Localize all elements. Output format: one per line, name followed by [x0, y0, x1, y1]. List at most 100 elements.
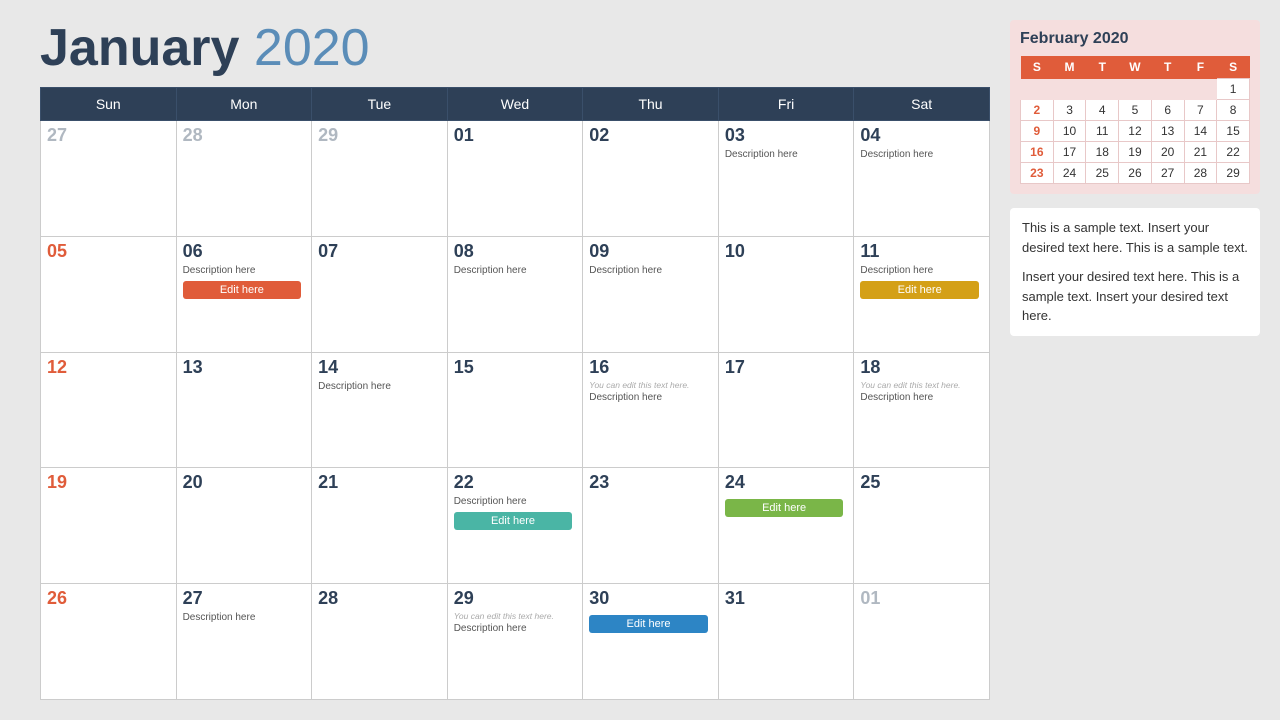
- calendar-cell: 11 Description here Edit here: [854, 236, 990, 352]
- weekday-header-wed: Wed: [447, 88, 583, 121]
- main-calendar: SunMonTueWedThuFriSat 272829010203Descri…: [40, 87, 990, 700]
- mini-cal-cell: 17: [1053, 142, 1086, 163]
- mini-cal-cell: 11: [1086, 121, 1119, 142]
- mini-cal-cell: 8: [1217, 100, 1250, 121]
- mini-cal-cell: 14: [1184, 121, 1217, 142]
- calendar-cell: 29: [312, 121, 448, 237]
- day-number: 11: [860, 241, 983, 262]
- mini-cal-cell: 22: [1217, 142, 1250, 163]
- day-number: 27: [47, 125, 170, 146]
- day-number: 25: [860, 472, 983, 493]
- day-description: Description here: [860, 264, 983, 277]
- calendar-cell: 05: [41, 236, 177, 352]
- day-number: 28: [318, 588, 441, 609]
- calendar-cell: 20: [176, 468, 312, 584]
- edit-button[interactable]: Edit here: [454, 512, 573, 530]
- month-label: January: [40, 19, 239, 77]
- weekday-header-mon: Mon: [176, 88, 312, 121]
- mini-weekday: T: [1151, 56, 1184, 79]
- mini-cal-cell: 6: [1151, 100, 1184, 121]
- day-number: 10: [725, 241, 848, 262]
- mini-weekday: T: [1086, 56, 1119, 79]
- mini-cal-cell: 9: [1021, 121, 1054, 142]
- mini-cal-cell: 29: [1217, 163, 1250, 184]
- calendar-cell: 02: [583, 121, 719, 237]
- calendar-cell: 16You can edit this text here.Descriptio…: [583, 352, 719, 468]
- weekday-header-thu: Thu: [583, 88, 719, 121]
- calendar-cell: 28: [176, 121, 312, 237]
- mini-cal-cell: 19: [1119, 142, 1152, 163]
- calendar-cell: 31: [718, 584, 854, 700]
- calendar-cell: 15: [447, 352, 583, 468]
- mini-weekday: S: [1217, 56, 1250, 79]
- day-description: Description here: [183, 611, 306, 624]
- calendar-cell: 18You can edit this text here.Descriptio…: [854, 352, 990, 468]
- day-number: 14: [318, 357, 441, 378]
- day-number: 02: [589, 125, 712, 146]
- day-number: 24: [725, 472, 848, 493]
- edit-button[interactable]: Edit here: [589, 615, 708, 633]
- calendar-cell: 12: [41, 352, 177, 468]
- calendar-cell: 28: [312, 584, 448, 700]
- calendar-cell: 25: [854, 468, 990, 584]
- calendar-cell: 04Description here: [854, 121, 990, 237]
- day-description: Description here: [454, 495, 577, 508]
- edit-button[interactable]: Edit here: [860, 281, 979, 299]
- day-hint: You can edit this text here.: [860, 380, 983, 391]
- day-number: 30: [589, 588, 712, 609]
- day-hint: You can edit this text here.: [454, 611, 577, 622]
- calendar-cell: 22Description hereEdit here: [447, 468, 583, 584]
- day-description: Description here: [860, 391, 983, 404]
- day-number: 20: [183, 472, 306, 493]
- mini-cal-cell: 27: [1151, 163, 1184, 184]
- calendar-cell: 26: [41, 584, 177, 700]
- mini-cal-cell: 23: [1021, 163, 1054, 184]
- mini-cal-cell: 3: [1053, 100, 1086, 121]
- calendar-cell: 23: [583, 468, 719, 584]
- mini-calendar-container: February 2020 SMTWTFS 123456789101112131…: [1010, 20, 1260, 194]
- day-description: Description here: [454, 264, 577, 277]
- mini-cal-cell: 18: [1086, 142, 1119, 163]
- mini-cal-cell: 5: [1119, 100, 1152, 121]
- calendar-cell: 30 Edit here: [583, 584, 719, 700]
- day-number: 08: [454, 241, 577, 262]
- edit-button[interactable]: Edit here: [725, 499, 844, 517]
- mini-cal-cell: [1119, 79, 1152, 100]
- day-number: 17: [725, 357, 848, 378]
- weekday-header-tue: Tue: [312, 88, 448, 121]
- calendar-cell: 09Description here: [583, 236, 719, 352]
- mini-weekday: M: [1053, 56, 1086, 79]
- calendar-cell: 01: [447, 121, 583, 237]
- day-number: 23: [589, 472, 712, 493]
- day-number: 13: [183, 357, 306, 378]
- day-description: Description here: [589, 264, 712, 277]
- weekday-header-sun: Sun: [41, 88, 177, 121]
- day-number: 15: [454, 357, 577, 378]
- day-number: 19: [47, 472, 170, 493]
- mini-cal-cell: [1053, 79, 1086, 100]
- day-description: Description here: [860, 148, 983, 161]
- main-section: January 2020 SunMonTueWedThuFriSat 27 28 2…: [40, 20, 990, 700]
- weekday-header-sat: Sat: [854, 88, 990, 121]
- weekday-header-fri: Fri: [718, 88, 854, 121]
- edit-button[interactable]: Edit here: [183, 281, 302, 299]
- mini-cal-cell: 25: [1086, 163, 1119, 184]
- mini-calendar-title: February 2020: [1020, 30, 1250, 48]
- mini-cal-cell: 24: [1053, 163, 1086, 184]
- mini-weekday: W: [1119, 56, 1152, 79]
- day-description: Description here: [318, 380, 441, 393]
- day-number: 01: [860, 588, 983, 609]
- calendar-cell: 01: [854, 584, 990, 700]
- day-number: 27: [183, 588, 306, 609]
- mini-cal-cell: [1021, 79, 1054, 100]
- calendar-cell: 27: [41, 121, 177, 237]
- day-number: 06: [183, 241, 306, 262]
- day-description: Description here: [725, 148, 848, 161]
- sidebar-text-1: This is a sample text. Insert your desir…: [1022, 218, 1248, 257]
- day-number: 28: [183, 125, 306, 146]
- day-description: Description here: [589, 391, 712, 404]
- page-title: January 2020: [40, 20, 990, 77]
- mini-cal-cell: 7: [1184, 100, 1217, 121]
- calendar-cell: 29You can edit this text here.Descriptio…: [447, 584, 583, 700]
- mini-cal-cell: 2: [1021, 100, 1054, 121]
